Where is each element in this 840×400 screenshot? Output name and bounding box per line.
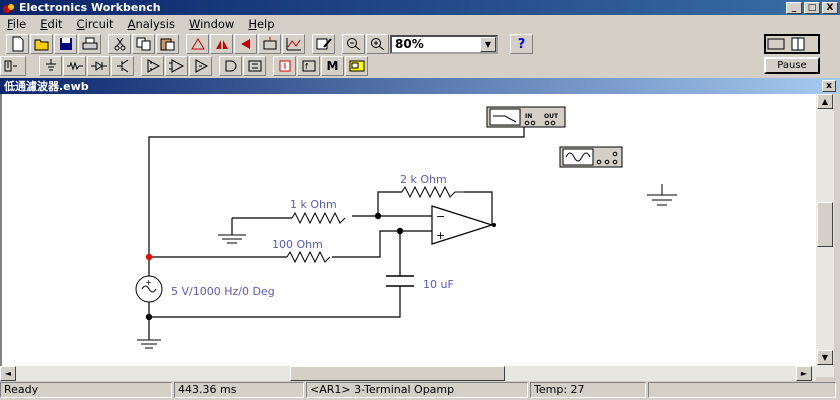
zoom-value: 80% [395,37,424,51]
status-component: <AR1> 3-Terminal Opamp [306,382,528,398]
horizontal-scrollbar[interactable]: ◄ ► [0,366,816,381]
miscellaneous-bin-icon[interactable]: M [321,56,344,76]
logic-gates-bin-icon[interactable] [219,56,242,76]
document-title-bar[interactable]: 低通濾波器.ewb x [0,78,840,94]
function-generator[interactable] [559,146,623,168]
document-close-button[interactable]: x [822,80,836,92]
connector-node-red[interactable] [145,253,153,261]
scroll-down-button[interactable]: ▼ [817,350,833,365]
capacitor-10uf[interactable] [386,275,414,287]
app-title: Electronics Workbench [19,1,161,14]
component-properties-icon[interactable] [312,34,335,54]
cut-icon[interactable] [108,34,131,54]
menu-edit[interactable]: Edit [33,17,69,31]
opamp-ar1[interactable]: − + [431,205,496,245]
zoom-out-icon[interactable] [342,34,365,54]
vertical-scroll-thumb[interactable] [817,202,833,247]
zoom-in-icon[interactable] [366,34,389,54]
digital-bin-icon[interactable] [243,56,266,76]
label-resistor-2k: 2 k Ohm [400,173,447,186]
circuit-canvas[interactable]: − + + IN OUT 2 k Ohm 1 k Ohm 100 Ohm 5 V… [0,94,816,366]
bode-plotter[interactable]: IN OUT [486,106,566,128]
help-button[interactable]: ? [510,34,533,54]
bode-out-label: OUT [544,113,559,120]
electronics-workbench-logo-icon [2,2,16,14]
resistor-100[interactable] [286,250,331,264]
subcircuit-icon[interactable] [258,34,281,54]
ground-symbol-source [137,339,161,349]
connector-node-inv[interactable] [374,212,382,220]
connector-node-ground[interactable] [145,313,153,321]
sources-bin-icon[interactable] [39,56,62,76]
standard-toolbar: 80% ▼ ? [0,33,840,55]
basic-bin-icon[interactable] [63,56,86,76]
print-icon[interactable] [78,34,101,54]
rotate-icon[interactable] [186,34,209,54]
svg-text:−: − [436,210,445,223]
controls-bin-icon[interactable]: f [297,56,320,76]
status-bar: Ready 443.36 ms <AR1> 3-Terminal Opamp T… [0,382,840,400]
svg-text:f: f [305,62,308,71]
scroll-up-button[interactable]: ▲ [817,94,833,109]
mixed-ics-bin-icon[interactable] [165,56,188,76]
menu-help[interactable]: Help [241,17,281,31]
new-file-icon[interactable] [6,34,29,54]
wire-r2-noninv [332,230,432,258]
label-capacitor: 10 uF [423,278,454,291]
label-resistor-100: 100 Ohm [272,238,323,251]
zoom-dropdown-arrow[interactable]: ▼ [480,36,496,52]
svg-text:+: + [145,278,152,287]
minimize-button[interactable]: _ [786,1,802,14]
circuit-schematic: − + + IN OUT 2 k Ohm 1 k Ohm 100 Ohm 5 V… [135,106,677,349]
svg-text:+: + [436,229,445,242]
connector-node-noninv[interactable] [396,227,404,235]
scroll-right-button[interactable]: ► [796,366,812,381]
vertical-scrollbar[interactable]: ▲ ▼ [816,94,834,377]
zoom-select[interactable]: 80% ▼ [390,34,498,54]
label-voltage-source: 5 V/1000 Hz/0 Deg [171,285,275,298]
ground-symbol-r1 [218,234,246,244]
status-sim-time: 443.36 ms [174,382,304,398]
status-extra [648,382,836,398]
scroll-left-button[interactable]: ◄ [0,366,16,381]
graph-icon[interactable] [282,34,305,54]
menu-window[interactable]: Window [182,17,241,31]
instruments-bin-icon[interactable] [345,56,368,76]
analog-ics-bin-icon[interactable] [141,56,164,76]
resistor-1k[interactable] [291,211,346,225]
app-title-bar[interactable]: Electronics Workbench _ □ X [0,0,840,15]
menu-bar: File Edit Circuit Analysis Window Help [0,15,840,32]
document-title: 低通濾波器.ewb [4,80,89,93]
diodes-bin-icon[interactable] [87,56,110,76]
horizontal-scroll-thumb[interactable] [290,366,505,381]
parts-bin-toolbar: f M [0,55,840,77]
favorites-bin-icon[interactable] [0,56,26,76]
flip-vertical-icon[interactable] [234,34,257,54]
close-button[interactable]: X [822,1,838,14]
maximize-button[interactable]: □ [804,1,820,14]
transistors-bin-icon[interactable] [111,56,134,76]
ac-voltage-source[interactable]: + [135,275,163,303]
wire-feedback-left [377,191,402,216]
flip-horizontal-icon[interactable] [210,34,233,54]
menu-analysis[interactable]: Analysis [121,17,182,31]
resistor-2k[interactable] [401,185,465,199]
bode-in-label: IN [525,113,532,120]
save-disk-icon[interactable] [54,34,77,54]
digital-ics-bin-icon[interactable] [189,56,212,76]
indicators-bin-icon[interactable] [273,56,296,76]
ground-symbol-standalone[interactable] [647,184,677,206]
status-temperature: Temp: 27 [530,382,646,398]
menu-circuit[interactable]: Circuit [70,17,121,31]
paste-icon[interactable] [156,34,179,54]
power-switch[interactable] [764,34,820,54]
copy-icon[interactable] [132,34,155,54]
open-folder-icon[interactable] [30,34,53,54]
menu-file[interactable]: File [0,17,33,31]
label-resistor-1k: 1 k Ohm [290,198,337,211]
status-state: Ready [0,382,172,398]
